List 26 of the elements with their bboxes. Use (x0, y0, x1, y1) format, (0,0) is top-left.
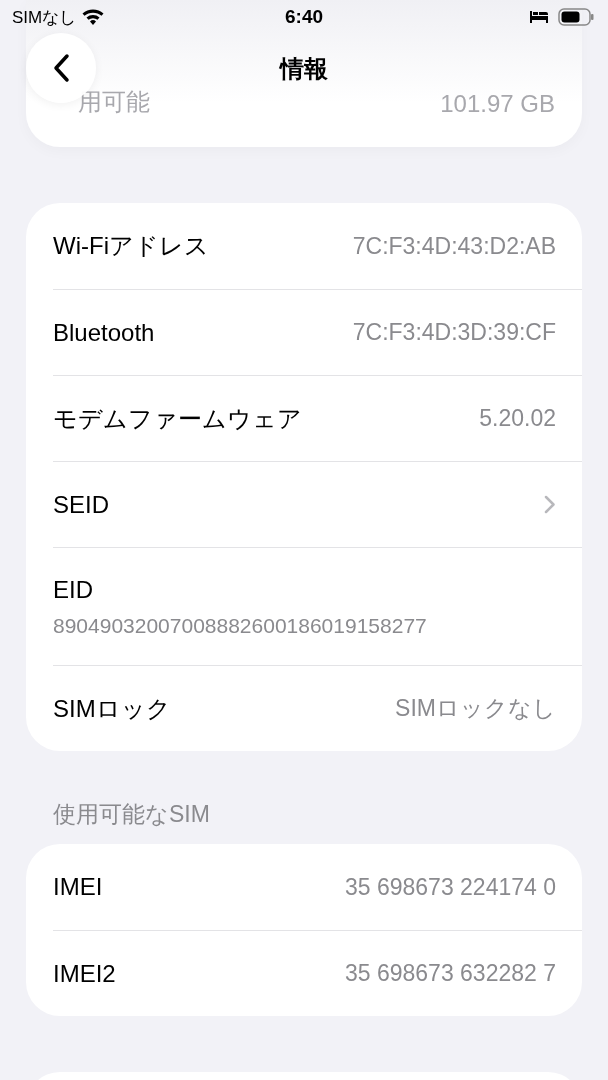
row-value: SIMロックなし (395, 694, 556, 723)
clock-time: 6:40 (285, 6, 323, 28)
row-value: 35 698673 224174 0 (344, 873, 556, 901)
row-value: 101.97 GB (440, 90, 555, 118)
row-value: 7C:F3:4D:43:D2:AB (352, 232, 556, 260)
row-label: SIMロック (53, 693, 171, 724)
row-value: 35 698673 632282 7 (344, 960, 556, 987)
row-value: 7C:F3:4D:3D:39:CF (352, 319, 556, 346)
list-item[interactable]: SEID (53, 461, 582, 547)
carrier-text: SIMなし (12, 6, 77, 29)
section-header: 使用可能なSIM (53, 800, 211, 829)
battery-icon (558, 8, 594, 26)
row-label: モデムファームウェア (53, 403, 302, 434)
row-value: 89049032007008882600186019158277 (53, 613, 427, 638)
page-title: 情報 (280, 54, 328, 84)
back-chevron-icon (52, 53, 70, 83)
row-label: EID (53, 575, 94, 604)
row-label: Bluetooth (53, 318, 155, 347)
chevron-right-icon (544, 495, 556, 514)
row-label: IMEI2 (53, 959, 116, 988)
wifi-icon (82, 8, 105, 26)
row-value: 5.20.02 (479, 405, 556, 432)
bed-icon (530, 11, 548, 23)
row-label: 用可能 (78, 87, 150, 117)
row-label: Wi-Fiアドレス (53, 231, 209, 261)
row-label: IMEI (53, 873, 103, 901)
